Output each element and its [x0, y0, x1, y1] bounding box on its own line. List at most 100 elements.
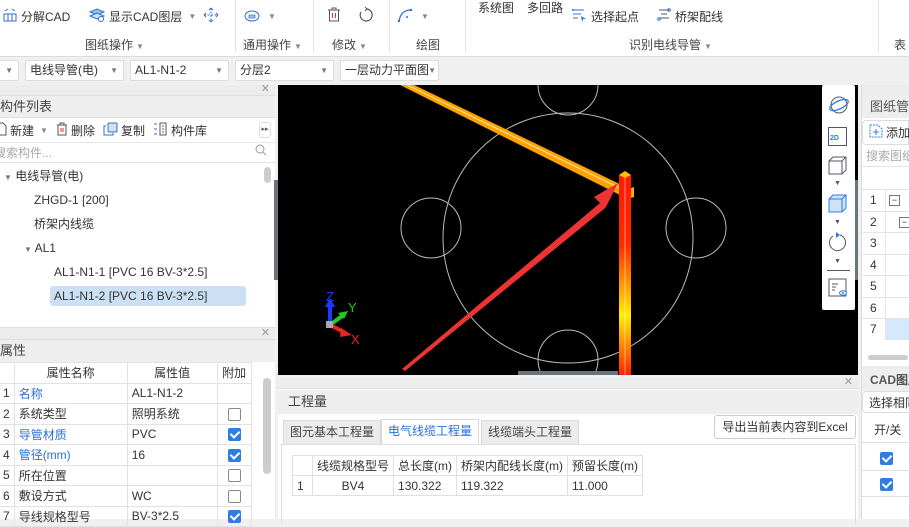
- display-settings-icon[interactable]: [828, 278, 848, 301]
- component-select[interactable]: AL1-N1-2 ▼: [130, 60, 229, 81]
- tab-cable-terminal-quantity[interactable]: 线缆端头工程量: [481, 420, 580, 444]
- property-row[interactable]: 5 所在位置: [0, 464, 252, 486]
- drawing-row[interactable]: 5: [862, 275, 909, 297]
- property-value[interactable]: 照明系统: [126, 403, 218, 425]
- tree-item[interactable]: AL1-N1-1 [PVC 16 BV-3*2.5]: [0, 260, 275, 284]
- layer-toggle-checkbox[interactable]: [880, 477, 893, 492]
- wireframe-cube-icon[interactable]: [827, 155, 848, 179]
- table-row[interactable]: 1 BV4 130.322 119.322 11.000: [292, 475, 644, 496]
- right-splitter-handle[interactable]: [855, 180, 858, 280]
- close-icon[interactable]: ✕: [261, 326, 270, 339]
- layer-select[interactable]: 分层2 ▼: [235, 60, 334, 81]
- attach-checkbox[interactable]: [227, 469, 241, 483]
- orbit-icon[interactable]: [828, 95, 850, 118]
- tree-item[interactable]: 桥架内线缆: [0, 212, 275, 236]
- chevron-down-icon[interactable]: ▼: [834, 219, 841, 226]
- tree-scrollbar[interactable]: [264, 167, 271, 183]
- 2d-view-button[interactable]: 2D: [828, 127, 847, 146]
- group-identify-conduit[interactable]: 识别电线导管 ▼: [629, 36, 712, 53]
- expand-arrow-icon[interactable]: ▼: [24, 245, 32, 254]
- tray-wiring-button[interactable]: 桥架配线: [656, 6, 723, 26]
- system-diagram-button[interactable]: 系统图: [478, 0, 514, 17]
- property-value[interactable]: BV-3*2.5: [126, 505, 218, 527]
- cad-scene[interactable]: Z Y X: [278, 85, 858, 375]
- property-value[interactable]: AL1-N1-2: [126, 382, 218, 404]
- properties-title: 属性: [0, 340, 275, 362]
- collapse-icon[interactable]: −: [889, 195, 900, 206]
- tree-item[interactable]: ZHGD-1 [200]: [0, 188, 275, 212]
- attach-checkbox[interactable]: [227, 428, 241, 442]
- property-row[interactable]: 3 导管材质 PVC: [0, 423, 252, 445]
- tree-item-selected[interactable]: AL1-N1-2 [PVC 16 BV-3*2.5]: [0, 284, 275, 308]
- arc-draw-button[interactable]: ▼: [397, 6, 429, 26]
- 3d-viewport[interactable]: Z Y X 2D ▼ ▼ ▼: [278, 85, 858, 375]
- expand-arrow-icon[interactable]: ▼: [4, 173, 12, 182]
- category-select[interactable]: 电线导管(电) ▼: [25, 60, 124, 81]
- property-row[interactable]: 7 导线规格型号 BV-3*2.5: [0, 505, 252, 527]
- property-row[interactable]: 6 敷设方式 WC: [0, 485, 252, 507]
- general-ops-button[interactable]: ▼: [244, 6, 276, 26]
- group-drawing-ops[interactable]: 图纸操作 ▼: [85, 36, 144, 53]
- new-button[interactable]: 新建 ▼: [0, 122, 48, 139]
- attach-checkbox[interactable]: [227, 448, 241, 462]
- layer-toggle-checkbox[interactable]: [880, 451, 893, 466]
- group-general-ops[interactable]: 通用操作 ▼: [243, 36, 302, 53]
- component-search-input[interactable]: 搜索构件...: [0, 143, 275, 163]
- tab-cable-quantity[interactable]: 电气线缆工程量: [381, 419, 480, 445]
- bottom-splitter-handle[interactable]: [518, 371, 618, 375]
- drawing-row[interactable]: 4: [862, 253, 909, 275]
- chevron-down-icon[interactable]: ▼: [834, 180, 841, 187]
- group-modify[interactable]: 修改 ▼: [332, 36, 367, 53]
- tree-item[interactable]: ▼ AL1: [0, 236, 275, 260]
- drawing-row[interactable]: 3: [862, 232, 909, 254]
- select-start-button[interactable]: 选择起点: [572, 6, 639, 26]
- export-excel-button[interactable]: 导出当前表内容到Excel: [714, 415, 856, 439]
- drawing-row[interactable]: 6: [862, 296, 909, 318]
- drawing-row[interactable]: 1−: [862, 189, 909, 211]
- component-library-button[interactable]: 构件库: [153, 122, 207, 139]
- copy-button[interactable]: 复制: [103, 122, 145, 139]
- tab-label: 图元基本工程量: [290, 425, 375, 439]
- floor-plan-select[interactable]: 一层动力平面图 ▼: [340, 60, 439, 81]
- select-same-button[interactable]: 选择相同: [862, 391, 909, 413]
- property-row[interactable]: 2 系统类型 照明系统: [0, 403, 252, 425]
- delete-component-button[interactable]: 删除: [56, 122, 95, 139]
- floor-select[interactable]: ▼: [0, 60, 19, 81]
- search-icon[interactable]: [255, 142, 267, 162]
- collapse-icon[interactable]: −: [899, 216, 909, 228]
- property-row[interactable]: 4 管径(mm) 16: [0, 444, 252, 466]
- drawing-hscrollbar[interactable]: [862, 353, 909, 362]
- rotate-button[interactable]: [358, 6, 374, 26]
- properties-scrollbar[interactable]: [263, 378, 271, 474]
- solid-cube-icon[interactable]: [827, 193, 848, 217]
- decompose-cad-button[interactable]: 分解CAD: [2, 6, 70, 26]
- attach-checkbox[interactable]: [227, 407, 241, 421]
- tree-item[interactable]: ▼ 电线导管(电): [0, 164, 275, 188]
- move-button[interactable]: [203, 6, 219, 26]
- drawing-row[interactable]: 2−: [862, 210, 909, 232]
- property-value[interactable]: WC: [126, 485, 218, 507]
- drawing-row[interactable]: 7: [862, 318, 909, 340]
- drawing-search-input[interactable]: 搜索图纸: [862, 145, 909, 167]
- ribbon-toolbar: 分解CAD 显示CAD图层 ▼ 图纸操作 ▼ ▼ 通用操作 ▼ 修改 ▼ ▼ 绘…: [0, 0, 909, 57]
- rotate-icon[interactable]: [827, 231, 848, 256]
- property-value[interactable]: 16: [126, 444, 218, 466]
- more-tools-button[interactable]: ▸▸: [259, 122, 271, 138]
- add-drawing-button[interactable]: 添加: [862, 120, 909, 145]
- tab-basic-quantity[interactable]: 图元基本工程量: [283, 420, 382, 444]
- close-icon[interactable]: ✕: [844, 375, 853, 388]
- add-label: 添加: [886, 126, 909, 140]
- trash-icon: [327, 7, 341, 25]
- multi-circuit-button[interactable]: 多回路: [527, 0, 563, 17]
- attach-checkbox[interactable]: [227, 510, 241, 524]
- property-value[interactable]: PVC: [126, 423, 218, 445]
- property-row[interactable]: 1 名称 AL1-N1-2: [0, 382, 252, 404]
- drawing-manager-title: 图纸管理: [862, 96, 909, 118]
- chevron-down-icon[interactable]: ▼: [834, 258, 841, 265]
- attach-checkbox[interactable]: [227, 489, 241, 503]
- delete-label: 删除: [70, 123, 95, 138]
- close-icon[interactable]: ✕: [261, 82, 270, 95]
- property-value[interactable]: [126, 464, 218, 486]
- show-cad-layers-button[interactable]: 显示CAD图层 ▼: [88, 6, 196, 26]
- delete-button[interactable]: [327, 6, 341, 26]
